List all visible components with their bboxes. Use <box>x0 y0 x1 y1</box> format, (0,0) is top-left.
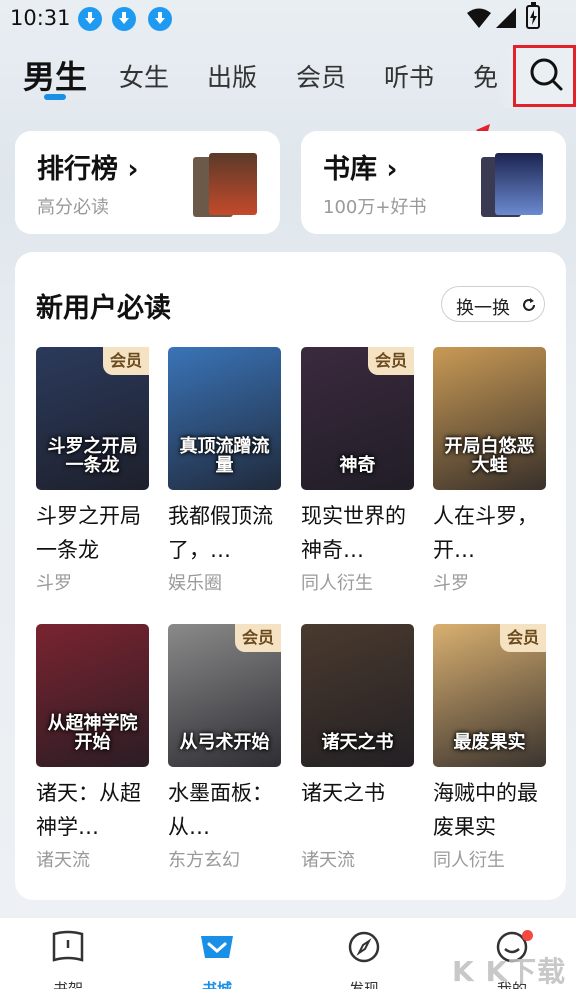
new-user-section: 新用户必读 换一换 斗罗之开局一条龙 会员 斗罗之开局一条龙 斗罗 真顶流蹭流量… <box>15 252 566 900</box>
tab-free[interactable]: 免 <box>473 58 498 94</box>
tab-publishing[interactable]: 出版 <box>207 58 257 94</box>
vip-badge: 会员 <box>500 624 546 652</box>
cover-title: 诸天之书 <box>321 732 394 754</box>
signal-icon <box>496 8 516 28</box>
book-title: 水墨面板：从… <box>168 781 273 839</box>
nav-label: 发现 <box>348 980 379 989</box>
battery-icon <box>526 2 540 29</box>
search-icon <box>530 58 563 91</box>
cover-title: 斗罗之开局一条龙 <box>47 436 138 477</box>
library-subtitle: 100万+好书 <box>323 197 427 218</box>
book-tag: 诸天流 <box>301 850 355 871</box>
book-title: 斗罗之开局一条龙 <box>36 504 141 562</box>
book-cover: 真顶流蹭流量 <box>168 347 281 490</box>
ranking-title: 排行榜 › <box>37 154 139 185</box>
section-title: 新用户必读 <box>36 293 171 324</box>
download-icon <box>78 7 102 31</box>
nav-label: 书城 <box>201 980 232 989</box>
book-thumbnail <box>495 153 543 215</box>
book-title: 现实世界的神奇… <box>301 504 406 562</box>
tab-vip[interactable]: 会员 <box>296 58 346 94</box>
tab-female[interactable]: 女生 <box>119 58 169 94</box>
notification-dot <box>522 930 533 941</box>
cover-title: 开局白悠恶大蛙 <box>444 436 535 477</box>
status-bar: 10:31 <box>0 0 576 38</box>
book-tag: 诸天流 <box>36 850 90 871</box>
book-thumbnail <box>209 153 257 215</box>
cover-title: 从超神学院开始 <box>47 713 138 754</box>
ranking-subtitle: 高分必读 <box>37 197 109 218</box>
refresh-label: 换一换 <box>456 298 510 319</box>
cover-title: 最废果实 <box>453 732 526 754</box>
watermark: K K下载 <box>452 955 567 988</box>
nav-bookshelf[interactable]: 书架 <box>18 918 118 989</box>
status-time: 10:31 <box>10 6 71 30</box>
library-title: 书库 › <box>323 154 398 185</box>
book-title: 海贼中的最废果实 <box>433 781 538 839</box>
book-tag: 东方玄幻 <box>168 850 240 871</box>
book-tag: 斗罗 <box>36 573 72 594</box>
ranking-card[interactable]: 排行榜 › 高分必读 <box>15 131 280 234</box>
bookstore-icon <box>201 936 233 958</box>
wifi-icon <box>467 8 491 28</box>
nav-discover[interactable]: 发现 <box>314 918 414 989</box>
nav-bookstore[interactable]: 书城 <box>167 918 267 989</box>
category-tabs: 男生 女生 出版 会员 听书 免 <box>0 48 576 108</box>
bookshelf-icon <box>52 930 84 962</box>
nav-label: 书架 <box>52 980 83 989</box>
cover-title: 神奇 <box>339 455 376 477</box>
book-title: 诸天之书 <box>301 781 385 805</box>
book-cover: 从超神学院开始 <box>36 624 149 767</box>
download-icon <box>148 7 172 31</box>
book-title: 诸天：从超神学… <box>36 781 141 839</box>
vip-badge: 会员 <box>368 347 414 375</box>
active-tab-indicator <box>44 94 66 100</box>
refresh-button[interactable]: 换一换 <box>441 286 545 322</box>
download-icon <box>112 7 136 31</box>
cover-title: 从弓术开始 <box>179 732 270 754</box>
library-card[interactable]: 书库 › 100万+好书 <box>301 131 566 234</box>
cover-title: 真顶流蹭流量 <box>179 436 270 477</box>
refresh-icon <box>523 298 535 311</box>
book-tag: 娱乐圈 <box>168 573 222 594</box>
vip-badge: 会员 <box>103 347 149 375</box>
book-cover: 诸天之书 <box>301 624 414 767</box>
tab-male[interactable]: 男生 <box>23 52 87 98</box>
search-button[interactable] <box>513 45 576 107</box>
book-tag: 同人衍生 <box>433 850 505 871</box>
book-tag: 同人衍生 <box>301 573 373 594</box>
book-title: 我都假顶流了，… <box>168 504 273 562</box>
book-tag: 斗罗 <box>433 573 469 594</box>
tab-audiobook[interactable]: 听书 <box>384 58 434 94</box>
book-cover: 开局白悠恶大蛙 <box>433 347 546 490</box>
vip-badge: 会员 <box>235 624 281 652</box>
discover-compass-icon <box>348 931 380 963</box>
book-title: 人在斗罗，开… <box>433 504 538 562</box>
